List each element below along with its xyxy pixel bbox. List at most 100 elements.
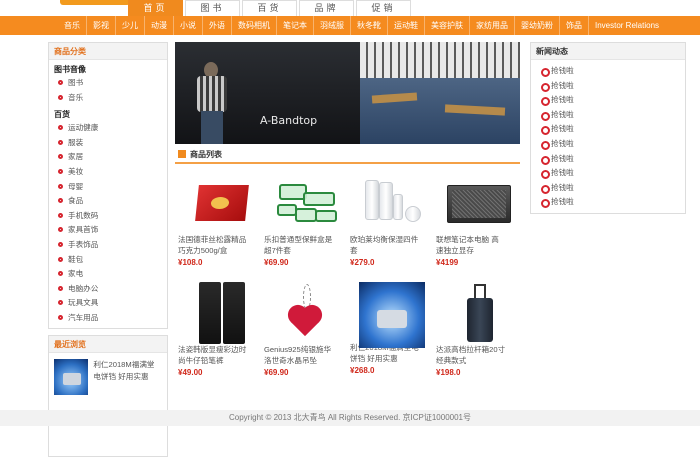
category-item[interactable]: 玩具文具 xyxy=(54,296,162,311)
nav-item[interactable]: 外语 xyxy=(203,16,232,35)
recent-title: 最近浏览 xyxy=(49,335,167,353)
category-title: 商品分类 xyxy=(49,43,167,60)
left-sidebar: 商品分类 图书音像 图书 音乐 百货 运动健康 服装 家居 美妆 母婴 食品 手… xyxy=(48,42,168,457)
nav-item[interactable]: 秋冬靴 xyxy=(351,16,388,35)
product-card[interactable]: 法姿韩版显瘦彩边时尚牛仔铅笔裤 ¥49.00 xyxy=(175,282,261,393)
product-name[interactable]: Genius925纯银施华洛世奇水晶吊坠 xyxy=(264,344,334,366)
product-price: ¥49.00 xyxy=(178,368,203,377)
product-image[interactable] xyxy=(445,180,511,228)
category-box: 商品分类 图书音像 图书 音乐 百货 运动健康 服装 家居 美妆 母婴 食品 手… xyxy=(48,42,168,329)
product-name[interactable]: 欧珀莱均衡保湿四件套 xyxy=(350,234,420,256)
product-card[interactable]: 法国德菲丝松露精品巧克力500g/盒 ¥108.0 xyxy=(175,178,261,283)
product-image[interactable] xyxy=(273,180,339,228)
news-item[interactable]: 抢钱啦 xyxy=(539,137,685,152)
product-price: ¥69.90 xyxy=(264,368,289,377)
category-item[interactable]: 家具首饰 xyxy=(54,223,162,238)
category-group-title[interactable]: 图书音像 xyxy=(54,63,162,76)
news-item[interactable]: 抢钱啦 xyxy=(539,79,685,94)
tab-books[interactable]: 图书 xyxy=(185,0,240,16)
category-item[interactable]: 汽车用品 xyxy=(54,311,162,326)
nav-item[interactable]: 影视 xyxy=(87,16,116,35)
product-price: ¥198.0 xyxy=(436,368,461,377)
banner-right-panel xyxy=(360,42,520,144)
product-name[interactable]: 联想笔记本电脑 高速独立显存 xyxy=(436,234,506,256)
category-item[interactable]: 母婴 xyxy=(54,180,162,195)
tab-brands[interactable]: 品牌 xyxy=(299,0,354,16)
category-item[interactable]: 食品 xyxy=(54,194,162,209)
nav-item[interactable]: 婴幼奶粉 xyxy=(515,16,560,35)
category-group-title[interactable]: 百货 xyxy=(54,108,162,121)
product-image[interactable] xyxy=(187,282,253,344)
news-title: 新闻动态 xyxy=(531,43,685,60)
category-item[interactable]: 家电 xyxy=(54,267,162,282)
nav-item[interactable]: 数码相机 xyxy=(232,16,277,35)
nav-item[interactable]: 运动鞋 xyxy=(388,16,425,35)
product-image[interactable] xyxy=(273,284,339,338)
product-card[interactable]: 乐扣普通型保鲜盒是超7件套 ¥69.90 xyxy=(261,178,347,283)
product-name[interactable]: 乐扣普通型保鲜盒是超7件套 xyxy=(264,234,334,256)
news-item[interactable]: 抢钱啦 xyxy=(539,64,685,79)
product-card[interactable]: Genius925纯银施华洛世奇水晶吊坠 ¥69.90 xyxy=(261,284,347,393)
news-item[interactable]: 抢钱啦 xyxy=(539,195,685,210)
recent-item[interactable]: 利仁2018M福满堂电饼铛 好用实惠 xyxy=(49,353,167,405)
product-image[interactable] xyxy=(359,180,425,228)
product-name[interactable]: 法国德菲丝松露精品巧克力500g/盒 xyxy=(178,234,248,256)
main-nav: 音乐 影视 少儿 动漫 小说 外语 数码相机 笔记本 羽绒服 秋冬靴 运动鞋 美… xyxy=(0,16,700,35)
recent-item-name[interactable]: 利仁2018M福满堂电饼铛 好用实惠 xyxy=(93,359,162,395)
product-image[interactable] xyxy=(359,282,425,348)
news-item[interactable]: 抢钱啦 xyxy=(539,122,685,137)
category-item[interactable]: 图书 xyxy=(54,76,162,91)
banner[interactable]: A-Bandtop xyxy=(175,42,520,144)
category-item[interactable]: 美妆 xyxy=(54,165,162,180)
news-box: 新闻动态 抢钱啦 抢钱啦 抢钱啦 抢钱啦 抢钱啦 抢钱啦 抢钱啦 抢钱啦 抢钱啦… xyxy=(530,42,686,214)
product-name[interactable]: 达派高档拉杆箱20寸 经典款式 xyxy=(436,344,506,366)
category-item[interactable]: 运动健康 xyxy=(54,121,162,136)
square-icon xyxy=(178,150,186,158)
product-price: ¥108.0 xyxy=(178,258,203,267)
nav-item[interactable]: 少儿 xyxy=(116,16,145,35)
logo[interactable] xyxy=(60,0,130,5)
product-list-title: 商品列表 xyxy=(190,149,222,159)
news-item[interactable]: 抢钱啦 xyxy=(539,152,685,167)
nav-item[interactable]: 笔记本 xyxy=(277,16,314,35)
category-item[interactable]: 电脑办公 xyxy=(54,282,162,297)
news-item[interactable]: 抢钱啦 xyxy=(539,181,685,196)
category-item[interactable]: 服装 xyxy=(54,136,162,151)
news-item[interactable]: 抢钱啦 xyxy=(539,166,685,181)
recent-box: 最近浏览 利仁2018M福满堂电饼铛 好用实惠 xyxy=(48,334,168,405)
tab-promotions[interactable]: 促销 xyxy=(356,0,411,16)
banner-left-panel: A-Bandtop xyxy=(175,42,360,144)
product-name[interactable]: 法姿韩版显瘦彩边时尚牛仔铅笔裤 xyxy=(178,344,248,366)
nav-item-investor-relations[interactable]: Investor Relations xyxy=(589,16,665,35)
recent-thumbnail[interactable] xyxy=(54,358,89,395)
nav-item[interactable]: 饰品 xyxy=(560,16,589,35)
product-card[interactable]: 利仁2018M福满堂电饼铛 好用实惠 ¥268.0 xyxy=(347,282,433,393)
footer-copyright: Copyright © 2013 北大青鸟 All Rights Reserve… xyxy=(0,410,700,426)
product-card[interactable]: 联想笔记本电脑 高速独立显存 ¥4199 xyxy=(433,178,519,283)
category-item[interactable]: 手机数码 xyxy=(54,209,162,224)
product-list-header: 商品列表 xyxy=(175,146,520,164)
category-item[interactable]: 手表饰品 xyxy=(54,238,162,253)
product-price: ¥69.90 xyxy=(264,258,289,267)
nav-item[interactable]: 美容护肤 xyxy=(425,16,470,35)
news-item[interactable]: 抢钱啦 xyxy=(539,108,685,123)
category-item[interactable]: 鞋包 xyxy=(54,253,162,268)
nav-item[interactable]: 家纺用品 xyxy=(470,16,515,35)
product-price: ¥279.0 xyxy=(350,258,375,267)
category-item[interactable]: 家居 xyxy=(54,150,162,165)
category-item[interactable]: 音乐 xyxy=(54,91,162,106)
news-item[interactable]: 抢钱啦 xyxy=(539,93,685,108)
nav-item[interactable]: 羽绒服 xyxy=(314,16,351,35)
nav-item[interactable]: 动漫 xyxy=(145,16,174,35)
nav-item[interactable]: 小说 xyxy=(174,16,203,35)
product-image[interactable] xyxy=(187,180,253,228)
top-tabs: 首页 图书 百货 品牌 促销 xyxy=(128,0,413,16)
product-card[interactable]: 达派高档拉杆箱20寸 经典款式 ¥198.0 xyxy=(433,284,519,393)
product-card[interactable]: 欧珀莱均衡保湿四件套 ¥279.0 xyxy=(347,178,433,283)
banner-brand: A-Bandtop xyxy=(260,114,318,127)
tab-general[interactable]: 百货 xyxy=(242,0,297,16)
model-figure xyxy=(195,62,229,144)
tab-home[interactable]: 首页 xyxy=(128,0,183,16)
nav-item[interactable]: 音乐 xyxy=(58,16,87,35)
product-image[interactable] xyxy=(445,284,511,342)
